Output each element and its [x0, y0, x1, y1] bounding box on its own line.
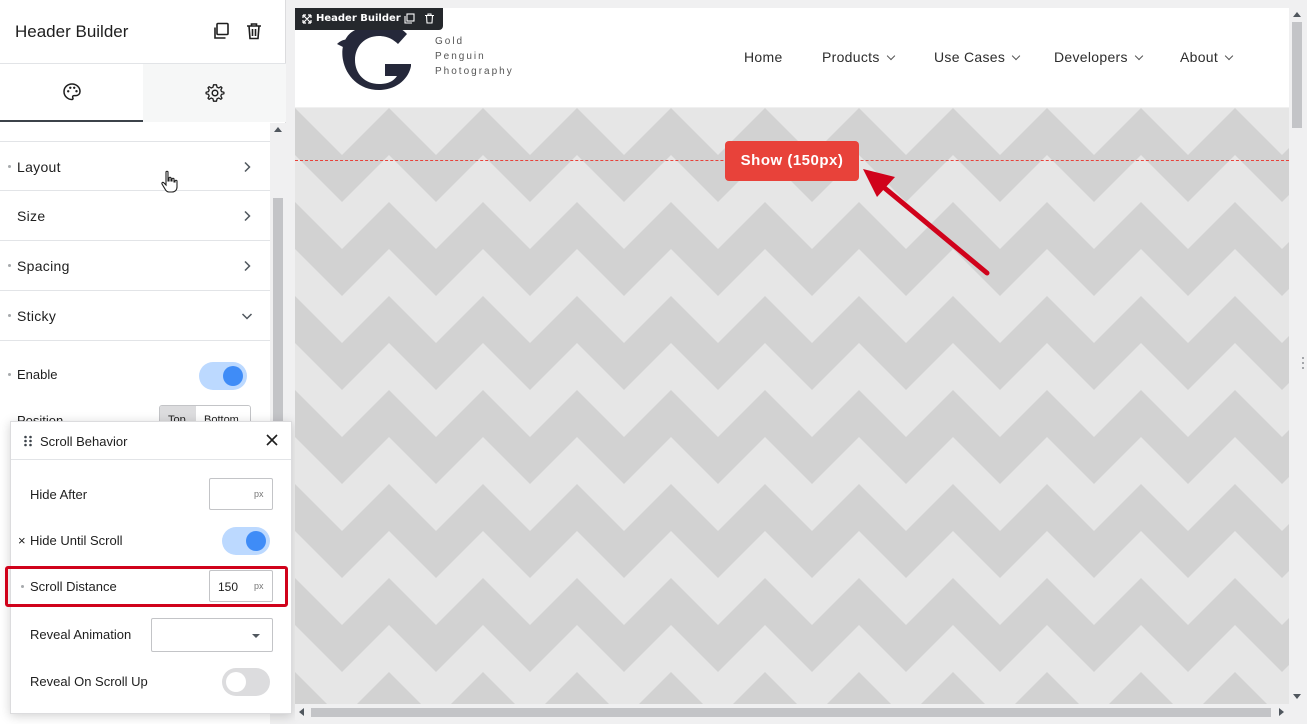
- scroll-right-arrow-icon[interactable]: [1279, 708, 1284, 716]
- chevron-down-icon: [1011, 51, 1021, 61]
- section-label: Sticky: [17, 308, 57, 324]
- badge-label: Header Builder: [316, 13, 401, 24]
- logo-text-line: Gold: [435, 36, 465, 47]
- section-label: Spacing: [17, 258, 70, 274]
- nav-label: Developers: [1054, 49, 1128, 65]
- toggle-knob: [226, 672, 246, 692]
- nav-label: Home: [744, 49, 783, 65]
- modified-dot: [8, 373, 11, 376]
- palette-icon: [62, 83, 81, 101]
- drag-handle-icon[interactable]: [23, 435, 33, 447]
- chevron-down-icon: [886, 51, 895, 61]
- section-label: Size: [17, 208, 46, 224]
- nav-label: Products: [822, 49, 880, 65]
- panel-title: Header Builder: [15, 22, 129, 41]
- enable-label: Enable: [17, 367, 58, 382]
- chevron-right-icon: [244, 260, 251, 272]
- hand-cursor-icon: [161, 170, 178, 193]
- section-layout[interactable]: Layout: [0, 141, 270, 191]
- hide-after-input[interactable]: px: [209, 478, 273, 510]
- modified-dot: [21, 585, 24, 588]
- trash-icon[interactable]: [424, 13, 435, 24]
- caret-down-icon: [252, 634, 260, 638]
- chevron-down-icon: [1224, 51, 1234, 61]
- scroll-up-arrow-icon[interactable]: [274, 127, 282, 132]
- scroll-up-arrow-icon[interactable]: [1293, 12, 1301, 17]
- modified-dot: [8, 314, 11, 317]
- move-icon[interactable]: [302, 14, 312, 24]
- nav-item-products[interactable]: Products: [822, 49, 895, 65]
- resize-grip-icon[interactable]: [1301, 355, 1305, 371]
- section-spacing[interactable]: Spacing: [0, 241, 270, 291]
- reveal-on-scroll-up-label: Reveal On Scroll Up: [30, 674, 148, 689]
- toggle-knob: [246, 531, 266, 551]
- site-header[interactable]: Gold Penguin Photography Home Products U…: [295, 8, 1289, 108]
- header-builder-badge[interactable]: Header Builder: [295, 8, 443, 30]
- scroll-distance-label: Scroll Distance: [30, 579, 117, 594]
- chevron-background-pattern: [295, 108, 1289, 704]
- logo-text-line: Penguin: [435, 51, 486, 62]
- scroll-down-arrow-icon[interactable]: [1293, 694, 1301, 699]
- modified-dot: [8, 165, 11, 168]
- logo-text: Gold Penguin Photography: [435, 34, 514, 79]
- reset-x-icon[interactable]: ×: [18, 533, 26, 548]
- show-threshold-badge: Show (150px): [725, 141, 859, 181]
- hide-after-label: Hide After: [30, 487, 88, 502]
- scroll-left-arrow-icon[interactable]: [299, 708, 304, 716]
- unit-label: px: [254, 489, 264, 499]
- scroll-distance-input[interactable]: 150 px: [209, 570, 273, 602]
- nav-item-home[interactable]: Home: [744, 49, 783, 65]
- vertical-scrollbar-thumb[interactable]: [1292, 22, 1302, 128]
- close-icon[interactable]: [265, 433, 279, 447]
- scroll-behavior-popup: Scroll Behavior Hide After px × Hide Unt…: [5, 421, 292, 714]
- chevron-right-icon: [244, 161, 251, 173]
- reveal-animation-select[interactable]: [151, 618, 273, 652]
- popup-header: Scroll Behavior: [11, 422, 291, 460]
- nav-item-about[interactable]: About: [1180, 49, 1234, 65]
- annotation-arrow-icon: [863, 169, 990, 276]
- toggle-knob: [223, 366, 243, 386]
- hide-until-scroll-label: Hide Until Scroll: [30, 533, 123, 548]
- section-sticky[interactable]: Sticky: [0, 291, 270, 341]
- reveal-animation-label: Reveal Animation: [30, 627, 132, 642]
- enable-toggle[interactable]: [199, 362, 247, 390]
- modified-dot: [8, 264, 11, 267]
- canvas-horizontal-scrollbar[interactable]: [295, 704, 1289, 720]
- logo-icon[interactable]: [335, 20, 419, 94]
- reveal-on-scroll-up-toggle[interactable]: [222, 668, 270, 696]
- nav-item-use-cases[interactable]: Use Cases: [934, 49, 1021, 65]
- hide-until-scroll-toggle[interactable]: [222, 527, 270, 555]
- tab-settings[interactable]: [143, 64, 286, 122]
- panel-header: Header Builder: [0, 0, 286, 64]
- horizontal-scrollbar-thumb[interactable]: [311, 708, 1271, 717]
- nav-label: Use Cases: [934, 49, 1006, 65]
- chevron-down-icon: [1134, 51, 1144, 61]
- logo-text-line: Photography: [435, 66, 514, 77]
- panel-tabs: [0, 64, 286, 122]
- unit-label: px: [254, 581, 264, 591]
- chevron-right-icon: [244, 210, 251, 222]
- preview-canvas: Gold Penguin Photography Home Products U…: [295, 8, 1289, 704]
- tab-style[interactable]: [0, 64, 143, 122]
- duplicate-icon[interactable]: [212, 22, 230, 40]
- input-value: 150: [218, 580, 239, 594]
- trash-icon[interactable]: [245, 22, 263, 40]
- section-label: Layout: [17, 159, 61, 175]
- section-size[interactable]: Size: [0, 191, 270, 241]
- chevron-down-icon: [241, 313, 253, 320]
- nav-item-developers[interactable]: Developers: [1054, 49, 1144, 65]
- popup-title: Scroll Behavior: [40, 434, 128, 449]
- duplicate-icon[interactable]: [404, 13, 415, 24]
- gear-icon: [204, 84, 225, 102]
- nav-label: About: [1180, 49, 1219, 65]
